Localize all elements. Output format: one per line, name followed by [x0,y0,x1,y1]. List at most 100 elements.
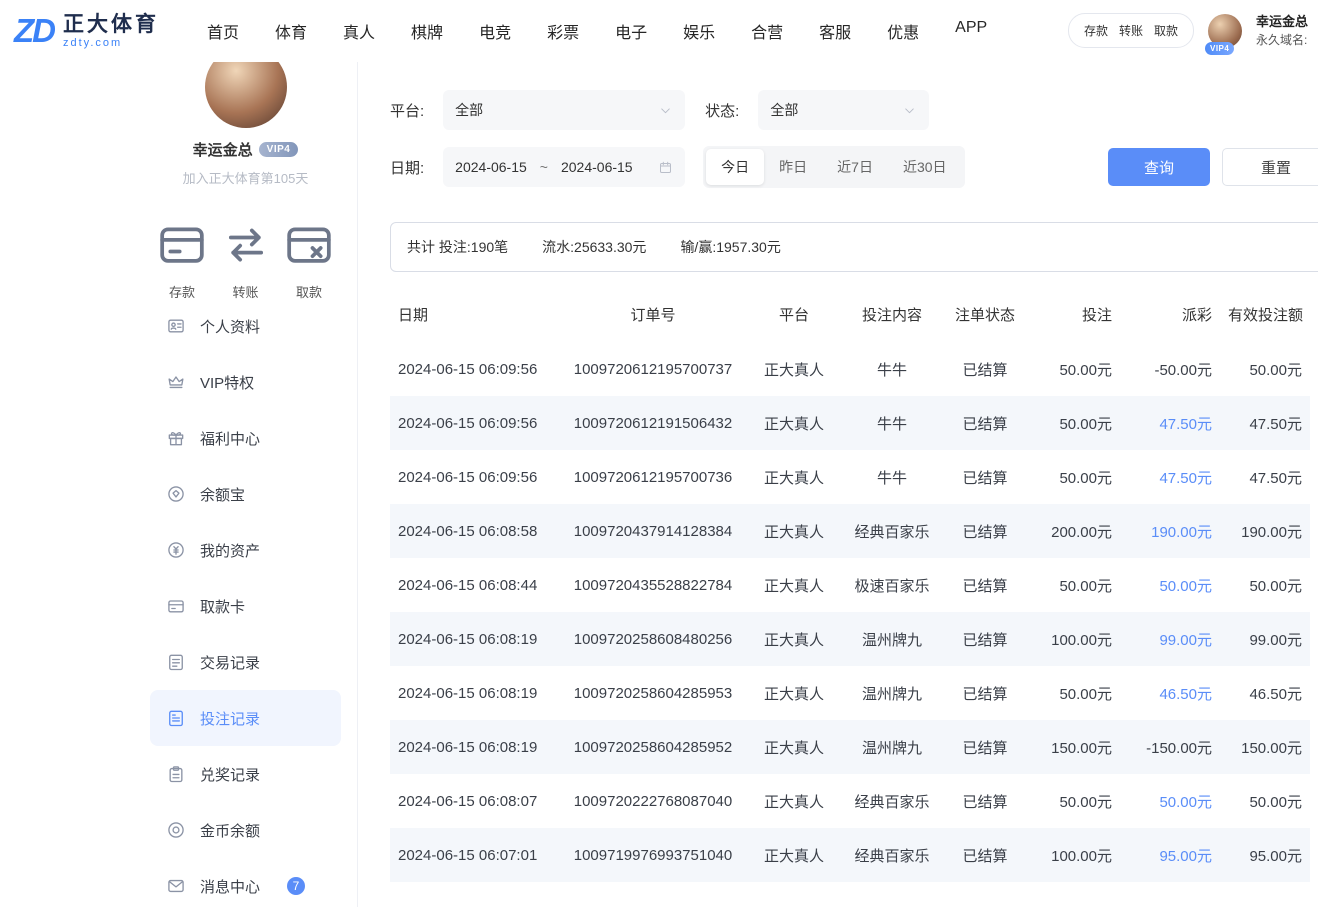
cell-content: 经典百家乐 [842,828,942,882]
user-avatar[interactable]: VIP4 [1208,14,1242,48]
table-row[interactable]: 2024-06-15 06:09:561009720612195700737正大… [390,342,1310,396]
cell-content: 经典百家乐 [842,774,942,828]
sidebar-item-assets[interactable]: 我的资产 [150,522,341,578]
wallet-link-2[interactable]: 取款 [1154,22,1178,39]
cell-content: 牛牛 [842,342,942,396]
column-header-bet: 投注 [1028,286,1120,342]
sidebar-item-transactions[interactable]: 交易记录 [150,634,341,690]
cell-payout: 50.00元 [1120,774,1220,828]
quick-action-deposit[interactable]: 存款 [154,207,210,282]
sidebar-menu: 个人资料 VIP特权福利中心余额宝我的资产取款卡交易记录投注记录兑奖记录金币余额消… [150,298,341,907]
sidebar-item-messages[interactable]: 消息中心7 [150,858,341,907]
date-to: 2024-06-15 [561,159,633,175]
cell-valid: 50.00元 [1220,342,1310,396]
filter-row-date: 日期: 2024-06-15 ~ 2024-06-15 今日昨日近7日近30日 … [390,146,1318,188]
sidebar-item-label: 投注记录 [200,708,260,729]
top-nav: 首页 体育 真人 棋牌 电竞 彩票 电子 娱乐 合营 客服 优惠 APP [207,19,987,43]
brand-domain: zdty.com [63,37,159,49]
cell-status: 已结算 [942,828,1028,882]
nav-item-8[interactable]: 合营 [751,19,783,43]
table-body: 2024-06-15 06:09:561009720612195700737 正大… [390,342,1310,882]
table-row[interactable]: 2024-06-15 06:08:191009720258604285953正大… [390,666,1310,720]
cell-order: 1009720258604285952 [560,720,746,774]
quick-action-label: 存款 [169,285,195,300]
range-button-2[interactable]: 近7日 [822,149,888,185]
cell-payout: 95.00元 [1120,828,1220,882]
quick-action-withdraw[interactable]: 取款 [281,207,337,282]
logo-mark: ZD [14,12,54,50]
user-meta: 幸运金总 永久域名: [1256,13,1308,49]
cell-bet: 50.00元 [1028,774,1120,828]
sidebar-item-withdraw-card[interactable]: 取款卡 [150,578,341,634]
cell-content: 经典百家乐 [842,504,942,558]
cell-content: 温州牌九 [842,666,942,720]
cell-payout: 190.00元 [1120,504,1220,558]
summary-total-bets: 共计 投注:190笔 [407,237,508,257]
table-row[interactable]: 2024-06-15 06:08:191009720258604285952正大… [390,720,1310,774]
nav-item-11[interactable]: APP [955,19,987,43]
sidebar-item-welfare[interactable]: 福利中心 [150,410,341,466]
cell-bet: 50.00元 [1028,450,1120,504]
sidebar-item-bet-records[interactable]: 投注记录 [150,690,341,746]
sidebar-item-coins[interactable]: 金币余额 [150,802,341,858]
quick-action-transfer[interactable]: 转账 [218,207,274,282]
cell-order: 1009720437914128384 [560,504,746,558]
cell-valid: 50.00元 [1220,558,1310,612]
cell-payout: 99.00元 [1120,612,1220,666]
search-button[interactable]: 查询 [1108,148,1210,186]
range-button-0[interactable]: 今日 [706,149,764,185]
nav-item-5[interactable]: 彩票 [547,19,579,43]
sidebar-item-vip[interactable]: VIP特权 [150,354,341,410]
cell-order: 1009719976993751040 [560,828,746,882]
profile-vip-badge: VIP4 [259,142,299,157]
nav-item-9[interactable]: 客服 [819,19,851,43]
date-range-input[interactable]: 2024-06-15 ~ 2024-06-15 [443,147,685,187]
status-select[interactable]: 全部 [758,90,929,130]
cell-content: 牛牛 [842,396,942,450]
nav-item-2[interactable]: 真人 [343,19,375,43]
sidebar-item-redeem[interactable]: 兑奖记录 [150,746,341,802]
wallet-link-1[interactable]: 转账 [1119,22,1143,39]
nav-item-4[interactable]: 电竞 [479,19,511,43]
reset-button[interactable]: 重置 [1222,148,1318,186]
sidebar-item-yuebao[interactable]: 余额宝 [150,466,341,522]
cell-status: 已结算 [942,450,1028,504]
nav-item-10[interactable]: 优惠 [887,19,919,43]
cell-platform: 正大真人 [746,612,842,666]
coin-icon [166,820,186,840]
nav-item-0[interactable]: 首页 [207,19,239,43]
range-button-1[interactable]: 昨日 [764,149,822,185]
table-row[interactable]: 2024-06-15 06:08:191009720258608480256正大… [390,612,1310,666]
table-row[interactable]: 2024-06-15 06:09:561009720612195700736正大… [390,450,1310,504]
sidebar-item-label: 取款卡 [200,596,245,617]
nav-item-7[interactable]: 娱乐 [683,19,715,43]
cell-payout: 50.00元 [1120,558,1220,612]
table-row[interactable]: 2024-06-15 06:08:581009720437914128384正大… [390,504,1310,558]
table-row[interactable]: 2024-06-15 06:08:441009720435528822784正大… [390,558,1310,612]
wallet-link-0[interactable]: 存款 [1084,22,1108,39]
nav-item-3[interactable]: 棋牌 [411,19,443,43]
cell-bet: 100.00元 [1028,828,1120,882]
table-row[interactable]: 2024-06-15 06:07:011009719976993751040正大… [390,828,1310,882]
cell-content: 牛牛 [842,450,942,504]
column-header-status: 注单状态 [942,286,1028,342]
profile-name: 幸运金总 [193,139,253,160]
platform-select[interactable]: 全部 [443,90,685,130]
cell-valid: 46.50元 [1220,666,1310,720]
cell-status: 已结算 [942,666,1028,720]
sidebar-item-profile[interactable]: 个人资料 [150,298,341,354]
sidebar-item-label: 个人资料 [200,316,260,337]
cell-date: 2024-06-15 06:09:56 [390,396,560,450]
range-button-3[interactable]: 近30日 [888,149,962,185]
brand-logo[interactable]: ZD 正大体育 zdty.com [14,12,159,50]
nav-item-1[interactable]: 体育 [275,19,307,43]
nav-item-6[interactable]: 电子 [615,19,647,43]
assets-icon [166,540,186,560]
logo-text: 正大体育 zdty.com [63,13,159,48]
table-row[interactable]: 2024-06-15 06:08:071009720222768087040正大… [390,774,1310,828]
cell-order: 1009720612195700737 [560,342,746,396]
table-row[interactable]: 2024-06-15 06:09:561009720612191506432正大… [390,396,1310,450]
sidebar-item-label: 我的资产 [200,540,260,561]
envelope-icon [166,876,186,896]
sidebar-item-label: 余额宝 [200,484,245,505]
